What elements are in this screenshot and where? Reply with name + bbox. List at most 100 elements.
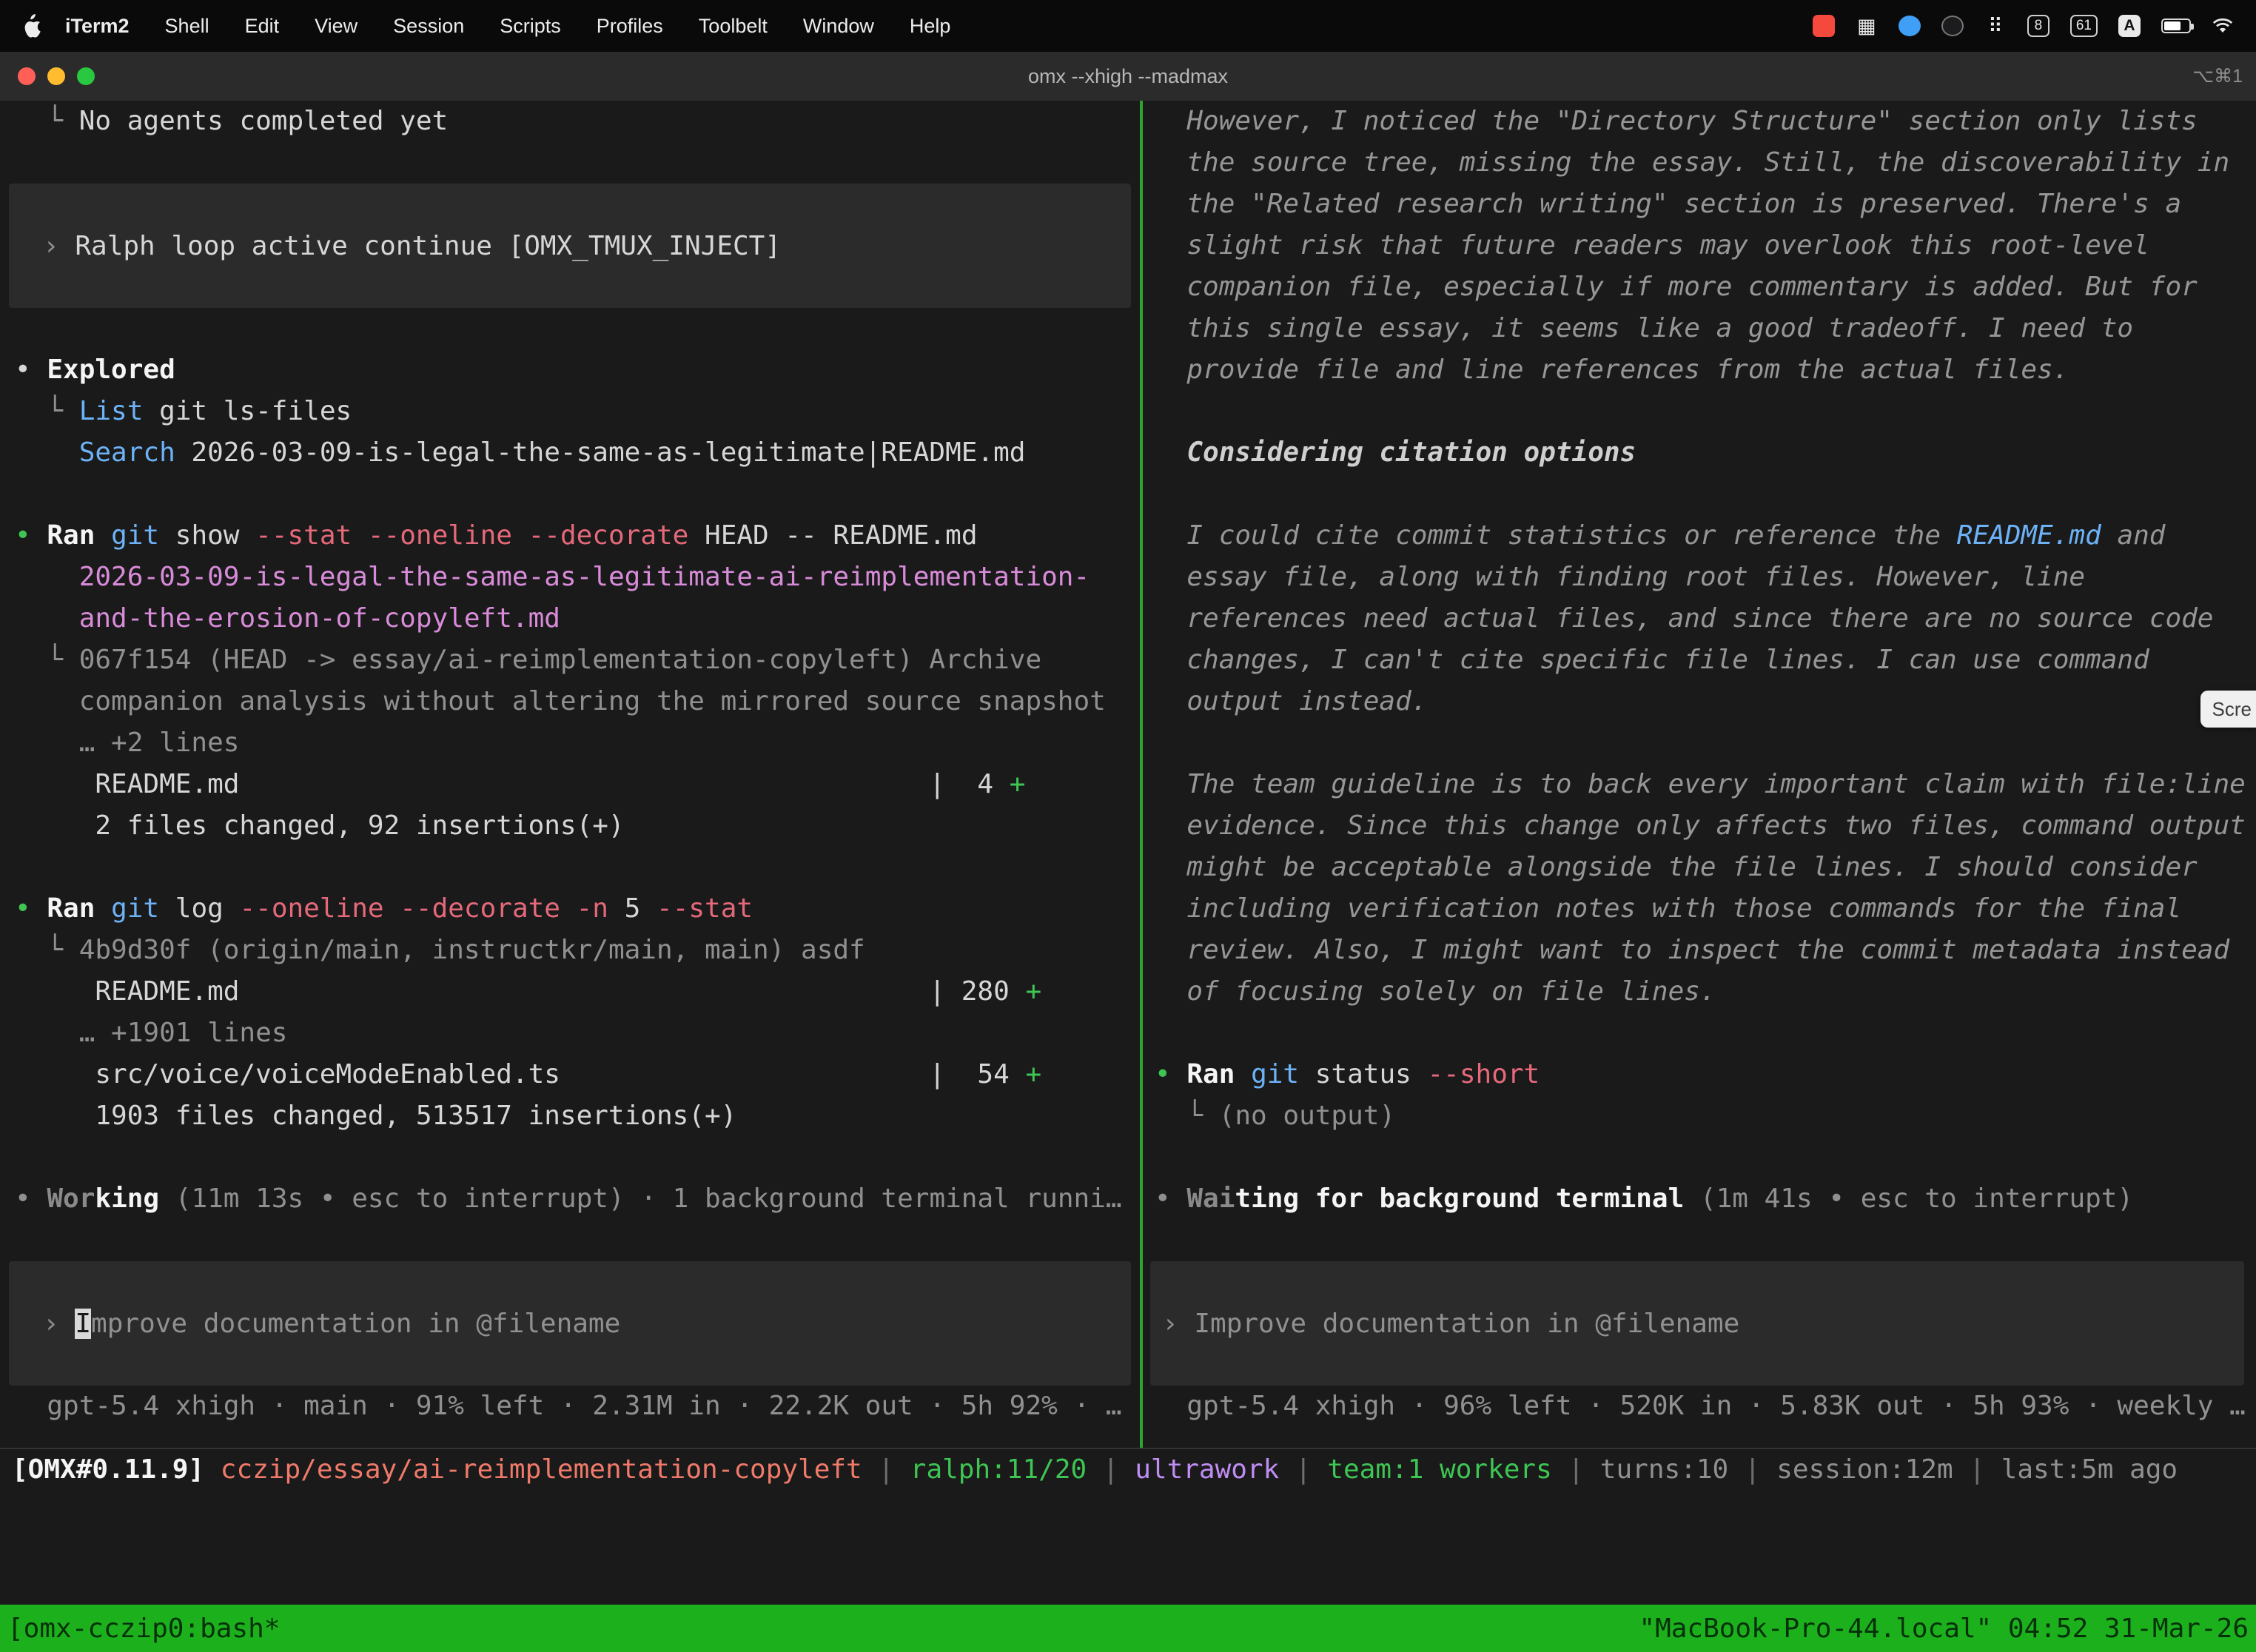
prompt-input-left[interactable]: › Improve documentation in @filename <box>9 1261 1131 1386</box>
text-segment: --stat --oneline --decorate <box>255 520 688 551</box>
omx-status-segment: | <box>1087 1454 1135 1485</box>
battery-nub <box>2191 24 2194 30</box>
ran-git-log: • Ran git log --oneline --decorate -n 5 … <box>0 888 1140 930</box>
terminal-line: Search 2026-03-09-is-legal-the-same-as-l… <box>0 432 1140 474</box>
menu-item-view[interactable]: View <box>297 15 375 38</box>
menu-items: iTerm2ShellEditViewSessionScriptsProfile… <box>47 15 968 38</box>
apple-menu[interactable] <box>22 14 47 38</box>
text-segment: However, I noticed the "Directory Struct… <box>1155 106 2198 136</box>
text-segment: mprove documentation in @filename <box>91 1309 620 1339</box>
terminal-line: might be acceptable alongside the file l… <box>1143 847 2256 888</box>
right-pane[interactable]: However, I noticed the "Directory Struct… <box>1143 101 2256 1448</box>
terminal-line: evidence. Since this change only affects… <box>1143 805 2256 847</box>
omx-status-segment: team:1 workers <box>1327 1454 1551 1485</box>
terminal-line: └ No agents completed yet <box>0 101 1140 142</box>
minimize-button[interactable] <box>47 67 65 85</box>
text-segment: › <box>43 1309 75 1339</box>
app-grid-icon[interactable]: ⠿ <box>1984 13 2007 38</box>
text-segment: › <box>1162 1309 1194 1339</box>
omx-status-segment: | <box>1953 1454 2001 1485</box>
menu-item-window[interactable]: Window <box>785 15 892 38</box>
left-pane[interactable]: └ No agents completed yet › Ralph loop ac… <box>0 101 1140 1448</box>
text-segment: including verification notes with those … <box>1155 893 2181 924</box>
ran-git-status: • Ran git status --short <box>1143 1054 2256 1095</box>
text-segment: • <box>15 893 47 924</box>
text-segment <box>1235 1059 1251 1089</box>
terminal-line: including verification notes with those … <box>1143 888 2256 930</box>
menu-item-iterm2[interactable]: iTerm2 <box>47 15 147 38</box>
menu-item-shell[interactable]: Shell <box>147 15 227 38</box>
text-segment: slight risk that future readers may over… <box>1155 230 2149 261</box>
menu-item-toolbelt[interactable]: Toolbelt <box>681 15 785 38</box>
blank-line <box>0 1137 1140 1178</box>
text-segment: 2026-03-09-is-legal-the-same-as-legitima… <box>79 562 1090 592</box>
wifi-icon[interactable] <box>2212 13 2234 38</box>
text-segment: I could cite commit statistics or refere… <box>1155 520 1957 551</box>
text-segment: Wai <box>1186 1183 1235 1214</box>
terminal-line: └ 4b9d30f (origin/main, instructkr/main,… <box>0 930 1140 971</box>
text-segment: Ran <box>1186 1059 1235 1089</box>
omx-status-line: [OMX#0.11.9] cczip/essay/ai-reimplementa… <box>0 1449 2256 1491</box>
text-segment: the source tree, missing the essay. Stil… <box>1155 147 2229 178</box>
terminal-line: companion file, especially if more comme… <box>1143 266 2256 308</box>
model-status-line: gpt-5.4 xhigh · 96% left · 520K in · 5.8… <box>1143 1386 2256 1427</box>
screen-share-chip[interactable]: Scre <box>2200 691 2256 728</box>
text-segment: + <box>1010 769 1026 799</box>
menu-bar: iTerm2ShellEditViewSessionScriptsProfile… <box>0 0 2256 52</box>
text-segment: companion file, especially if more comme… <box>1155 272 2198 302</box>
keycap-8-icon[interactable]: 8 <box>2027 15 2049 37</box>
text-segment: No agents completed yet <box>79 106 449 136</box>
prompt-input-right[interactable]: › Improve documentation in @filename <box>1150 1261 2244 1386</box>
menu-item-help[interactable]: Help <box>892 15 969 38</box>
menu-item-session[interactable]: Session <box>375 15 482 38</box>
tmux-status-bar: [omx-cczip0:bash* "MacBook-Pro-44.local"… <box>0 1605 2256 1652</box>
keyboard-icon[interactable]: ▦ <box>1856 13 1878 38</box>
terminal-line: src/voice/voiceModeEnabled.ts | 54 + <box>0 1054 1140 1095</box>
menu-item-profiles[interactable]: Profiles <box>579 15 681 38</box>
text-segment: Search <box>79 437 175 468</box>
text-segment: List <box>79 396 144 426</box>
battery-percent-icon[interactable]: 61 <box>2070 15 2098 37</box>
text-segment: changes, I can't cite specific file line… <box>1155 645 2149 675</box>
blue-app-icon[interactable] <box>1899 16 1921 36</box>
terminal-line: review. Also, I might want to inspect th… <box>1143 930 2256 971</box>
terminal-line: However, I noticed the "Directory Struct… <box>1143 101 2256 142</box>
terminal-line: └ 067f154 (HEAD -> essay/ai-reimplementa… <box>0 639 1140 681</box>
text-cursor: I <box>75 1309 91 1339</box>
screen-recording-icon[interactable] <box>1813 15 1835 37</box>
text-segment: README.md <box>1957 520 2101 551</box>
text-segment <box>1684 1183 1700 1214</box>
window-title: omx --xhigh --madmax <box>1028 65 1228 88</box>
terminal: └ No agents completed yet › Ralph loop ac… <box>0 101 2256 1652</box>
text-segment: README.md | 4 <box>15 769 1010 799</box>
text-segment: › <box>43 231 75 261</box>
text-segment: HEAD -- README.md <box>688 520 977 551</box>
close-button[interactable] <box>18 67 36 85</box>
text-segment: references need actual files, and since … <box>1155 603 2213 634</box>
text-segment: provide file and line references from th… <box>1155 355 2069 385</box>
menu-item-edit[interactable]: Edit <box>227 15 298 38</box>
text-segment: gpt-5.4 xhigh · 96% left · 520K in · 5.8… <box>1155 1391 2246 1421</box>
input-source-icon[interactable]: A <box>2118 15 2141 37</box>
omx-status-segment: ralph:11/20 <box>910 1454 1087 1485</box>
battery-icon[interactable] <box>2161 19 2191 33</box>
text-segment: git ls-files <box>143 396 352 426</box>
menu-item-scripts[interactable]: Scripts <box>482 15 579 38</box>
text-segment: Explored <box>47 355 175 385</box>
text-segment: git <box>111 893 159 924</box>
terminal-line: README.md | 4 + <box>0 764 1140 805</box>
terminal-line: … +2 lines <box>0 722 1140 764</box>
text-segment: • <box>1155 1059 1186 1089</box>
working-status: • Working (11m 13s • esc to interrupt) ·… <box>0 1178 1140 1220</box>
text-segment: src/voice/voiceModeEnabled.ts | 54 <box>15 1059 1025 1089</box>
terminal-line: The team guideline is to back every impo… <box>1143 764 2256 805</box>
zoom-button[interactable] <box>77 67 95 85</box>
blank-line <box>1143 474 2256 515</box>
tmux-host-clock: "MacBook-Pro-44.local" 04:52 31-Mar-26 <box>1639 1614 2249 1644</box>
terminal-line: … +1901 lines <box>0 1013 1140 1054</box>
text-segment: 2026-03-09-is-legal-the-same-as-legitima… <box>175 437 1026 468</box>
omx-status-segment: session:12m <box>1776 1454 1953 1485</box>
dark-app-icon[interactable] <box>1941 16 1964 36</box>
apple-icon <box>22 14 41 38</box>
ralph-loop-banner: › Ralph loop active continue [OMX_TMUX_I… <box>9 184 1131 308</box>
